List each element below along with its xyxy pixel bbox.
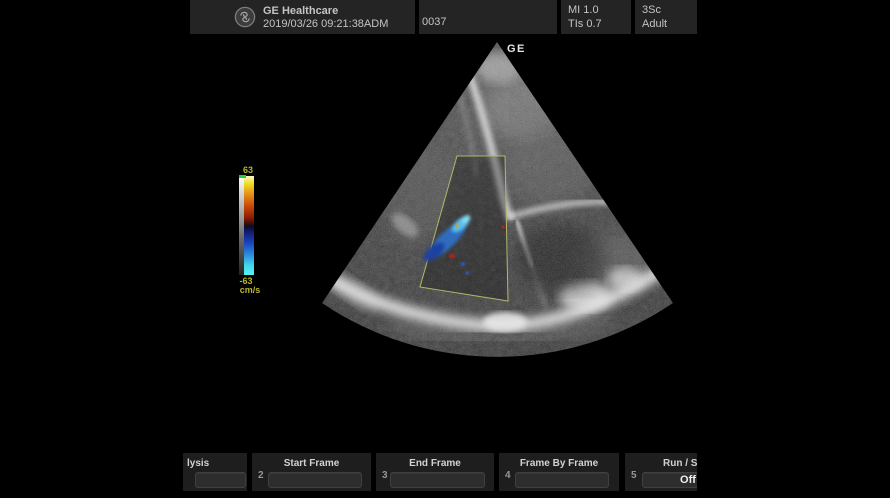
doppler-color-strip <box>244 176 254 275</box>
softkey-label: End Frame <box>376 458 494 469</box>
echo-sector-image: GE <box>0 0 890 498</box>
baseline-tick <box>239 175 246 178</box>
softkey-start-frame[interactable]: 2 Start Frame <box>252 453 371 491</box>
softkey-run-stop[interactable]: 5 Run / S Off <box>625 453 697 491</box>
softkey-label: Start Frame <box>252 458 371 469</box>
softkey-number: 5 <box>631 470 637 481</box>
softkey-run-stop-button[interactable]: Off <box>642 472 697 488</box>
softkey-label: Run / S <box>663 458 697 469</box>
softkey-number: 4 <box>505 470 511 481</box>
velocity-unit-label: cm/s <box>235 285 265 295</box>
velocity-max-label: 63 <box>236 165 260 175</box>
softkey-frame-by-frame-button[interactable] <box>515 472 609 488</box>
softkey-frame-by-frame[interactable]: 4 Frame By Frame <box>499 453 619 491</box>
softkey-end-frame[interactable]: 3 End Frame <box>376 453 494 491</box>
ultrasound-screen: GE Healthcare 2019/03/26 09:21:38ADM 003… <box>0 0 890 498</box>
softkey-start-frame-button[interactable] <box>268 472 362 488</box>
ge-watermark: GE <box>507 43 526 55</box>
softkey-number: 2 <box>258 470 264 481</box>
softkey-analysis[interactable]: lysis <box>183 453 247 491</box>
softkey-analysis-button[interactable] <box>195 472 246 488</box>
velocity-colorbar <box>239 176 254 275</box>
softkey-label: Frame By Frame <box>499 458 619 469</box>
softkey-number: 3 <box>382 470 388 481</box>
softkey-end-frame-button[interactable] <box>390 472 485 488</box>
softkey-label: lysis <box>183 458 247 469</box>
